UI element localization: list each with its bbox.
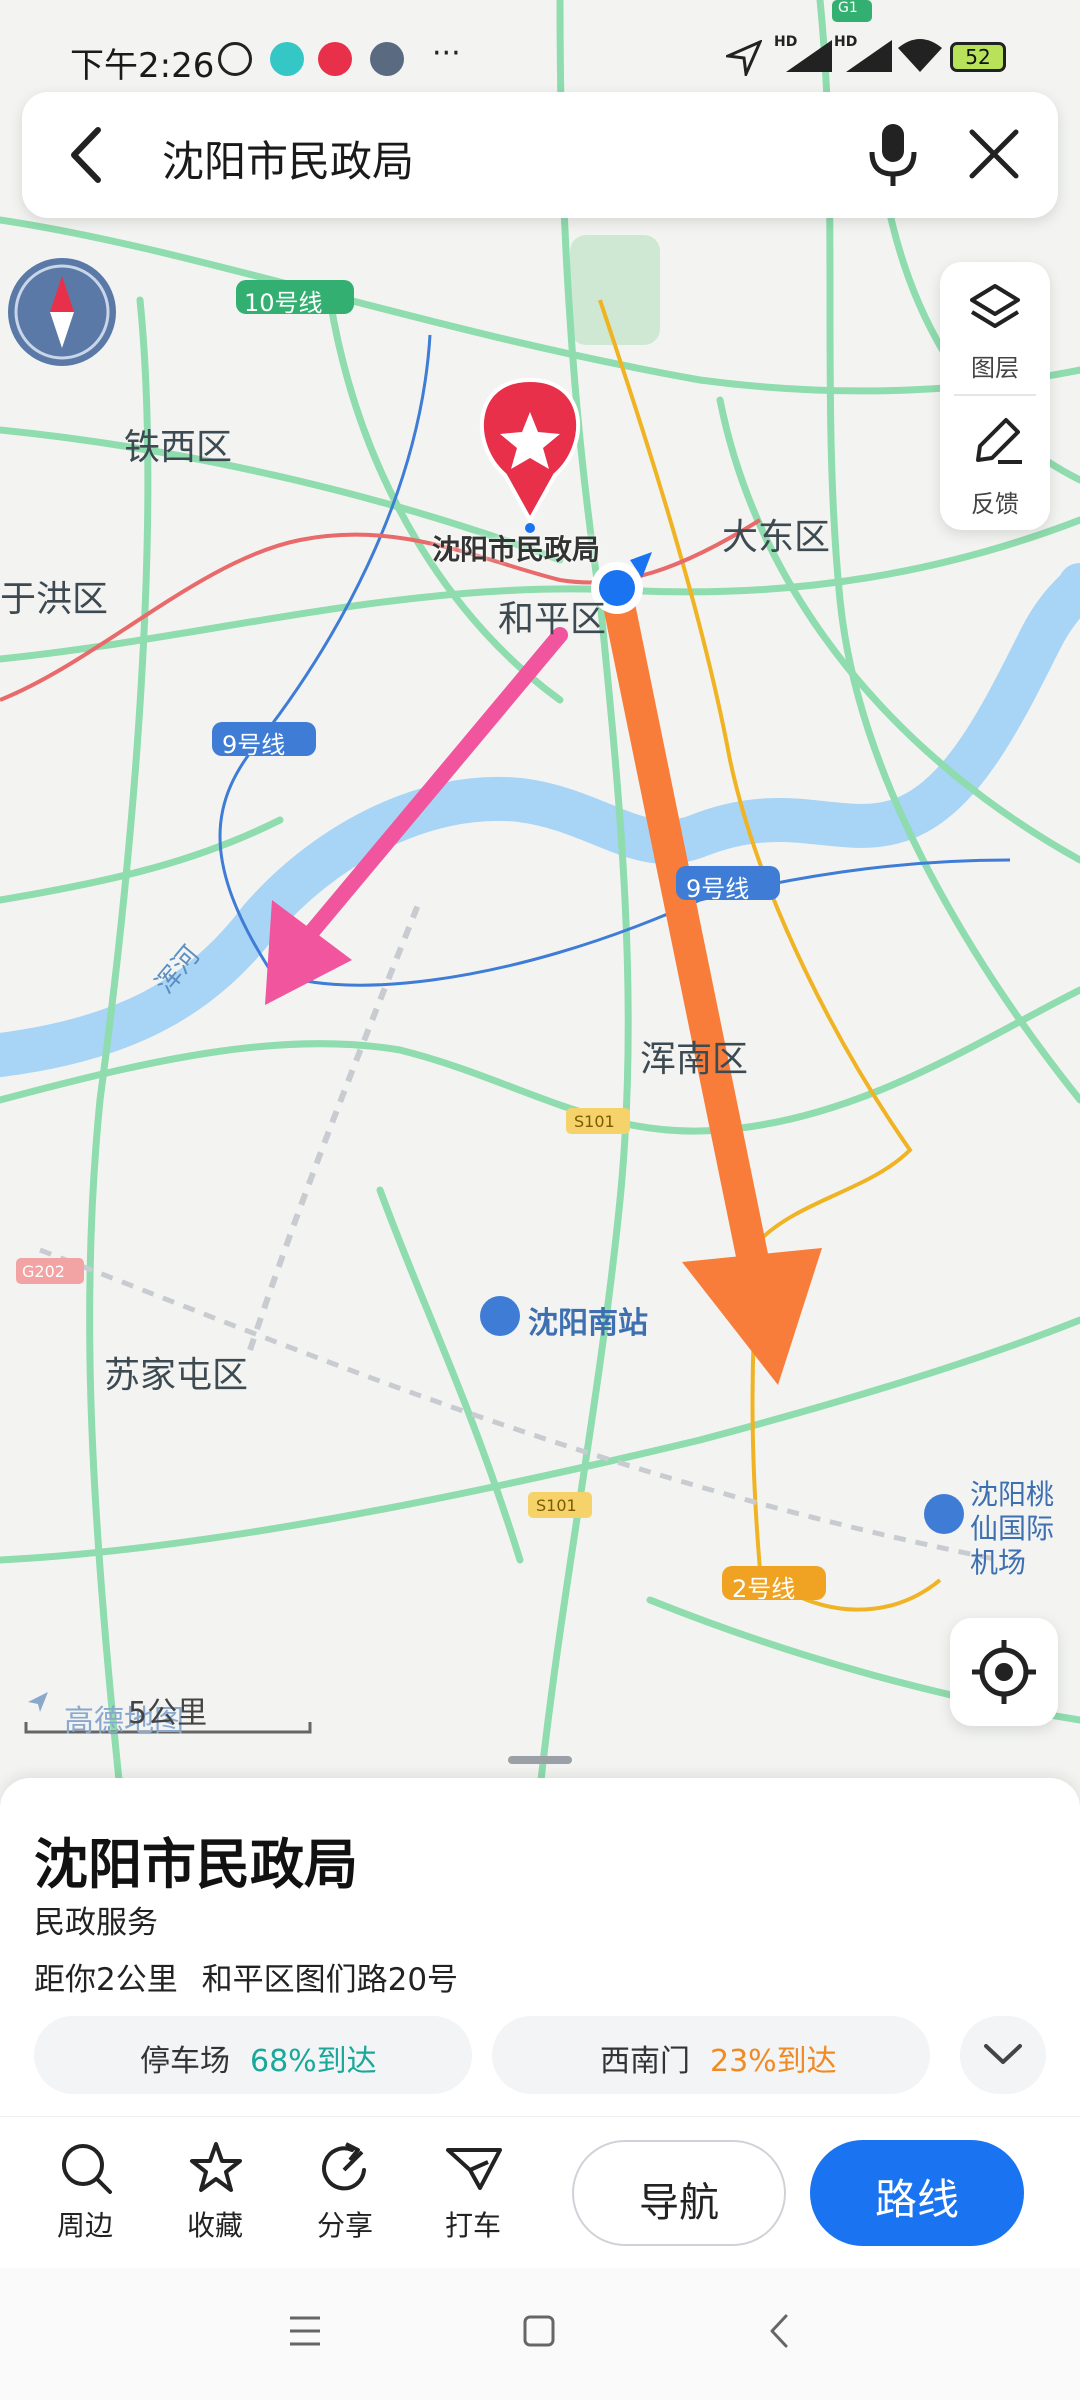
brand-arrow-icon <box>28 1692 48 1712</box>
location-arrow-icon <box>722 39 763 80</box>
road-label-s101b: S101 <box>536 1496 577 1515</box>
district-label-hunnan: 浑南区 <box>640 1039 749 1080</box>
locate-me-button[interactable] <box>950 1618 1058 1726</box>
status-time: 下午2:26 <box>70 46 215 86</box>
road-label-g202: G202 <box>22 1262 65 1281</box>
share-action[interactable]: 分享 <box>290 2140 400 2250</box>
microphone-icon[interactable] <box>868 122 918 188</box>
taxi-icon <box>446 2148 502 2190</box>
back-nav-icon[interactable] <box>764 2312 794 2350</box>
road-label-s101: S101 <box>574 1112 615 1131</box>
park-area <box>570 235 660 345</box>
entrance-chip-parking[interactable]: 停车场 68%到达 <box>34 2016 472 2094</box>
share-icon <box>322 2142 366 2191</box>
star-icon <box>190 2142 242 2192</box>
taxi-action[interactable]: 打车 <box>418 2140 528 2250</box>
nearby-label: 周边 <box>56 2209 113 2242</box>
station-label[interactable]: 沈阳南站 <box>528 1298 648 1342</box>
system-nav-bar <box>0 2268 1080 2400</box>
layers-label[interactable]: 图层 <box>940 348 1050 383</box>
place-distance: 距你2公里 <box>34 1962 178 1998</box>
alarm-icon <box>218 42 252 76</box>
layers-icon[interactable] <box>970 280 1020 340</box>
app-notification-icon <box>270 42 304 76</box>
chip-stat: 23%到达 <box>710 2044 837 2079</box>
battery-icon: 52 <box>950 42 1006 72</box>
navigate-label: 导航 <box>639 2180 719 2226</box>
compass-button[interactable] <box>8 258 116 366</box>
route-button[interactable]: 路线 <box>810 2140 1024 2246</box>
metro-label-2: 2号线 <box>732 1575 796 1603</box>
hd-badge-2: HD <box>834 34 858 50</box>
nearby-action[interactable]: 周边 <box>30 2140 140 2250</box>
scale-label: 5公里 <box>128 1696 208 1731</box>
metro-label-9b: 9号线 <box>686 875 750 903</box>
district-label-heping: 和平区 <box>498 599 607 640</box>
app-notification-icon-2 <box>318 42 352 76</box>
place-address-line: 距你2公里 和平区图们路20号 <box>34 1954 458 1999</box>
feedback-pen-icon[interactable] <box>970 412 1024 468</box>
map-tools-panel: 图层 反馈 <box>940 262 1050 530</box>
place-category: 民政服务 <box>34 1905 158 1941</box>
divider <box>954 394 1036 396</box>
chip-label: 停车场 <box>140 2044 230 2079</box>
favorite-label: 收藏 <box>186 2209 243 2242</box>
chevron-down-icon <box>984 2044 1022 2064</box>
battery-level: 52 <box>965 45 991 69</box>
search-icon <box>62 2144 112 2194</box>
district-label-dadong: 大东区 <box>722 517 831 558</box>
menu-icon[interactable] <box>288 2314 322 2348</box>
expand-chips-button[interactable] <box>960 2016 1046 2094</box>
airport-label[interactable]: 沈阳桃仙国际机场 <box>970 1478 1080 1580</box>
back-icon[interactable] <box>66 126 106 184</box>
search-input[interactable]: 沈阳市民政局 <box>162 128 414 189</box>
close-icon[interactable] <box>966 126 1022 182</box>
metro-label-10: 10号线 <box>244 289 323 317</box>
place-title: 沈阳市民政局 <box>34 1833 358 1896</box>
wifi-icon <box>896 36 944 74</box>
map-canvas[interactable] <box>0 0 1080 1790</box>
district-label-tiexi: 铁西区 <box>124 427 233 468</box>
feedback-label[interactable]: 反馈 <box>940 484 1050 519</box>
share-label: 分享 <box>316 2209 373 2242</box>
metro-label-9: 9号线 <box>222 731 286 759</box>
entrance-chip-southwest-gate[interactable]: 西南门 23%到达 <box>492 2016 930 2094</box>
chip-label: 西南门 <box>600 2044 690 2079</box>
search-bar: 沈阳市民政局 <box>22 92 1058 218</box>
district-label-sujiatun: 苏家屯区 <box>104 1355 249 1396</box>
district-label-yuhong: 于洪区 <box>0 579 109 620</box>
place-address: 和平区图们路20号 <box>201 1962 459 1998</box>
station-icon <box>480 1296 520 1336</box>
taxi-label: 打车 <box>444 2209 501 2242</box>
navigate-button[interactable]: 导航 <box>572 2140 786 2246</box>
crosshair-icon <box>972 1640 1036 1704</box>
airport-icon <box>924 1494 964 1534</box>
sheet-drag-handle[interactable] <box>508 1756 572 1764</box>
home-icon[interactable] <box>522 2314 556 2348</box>
more-notifications: ··· <box>432 36 461 71</box>
hd-badge-1: HD <box>774 34 798 50</box>
settings-notification-icon <box>370 42 404 76</box>
poi-marker-label[interactable]: 沈阳市民政局 <box>432 528 600 568</box>
favorite-action[interactable]: 收藏 <box>160 2140 270 2250</box>
compass-icon <box>14 264 110 360</box>
chip-stat: 68%到达 <box>250 2044 377 2079</box>
route-label: 路线 <box>874 2175 959 2224</box>
